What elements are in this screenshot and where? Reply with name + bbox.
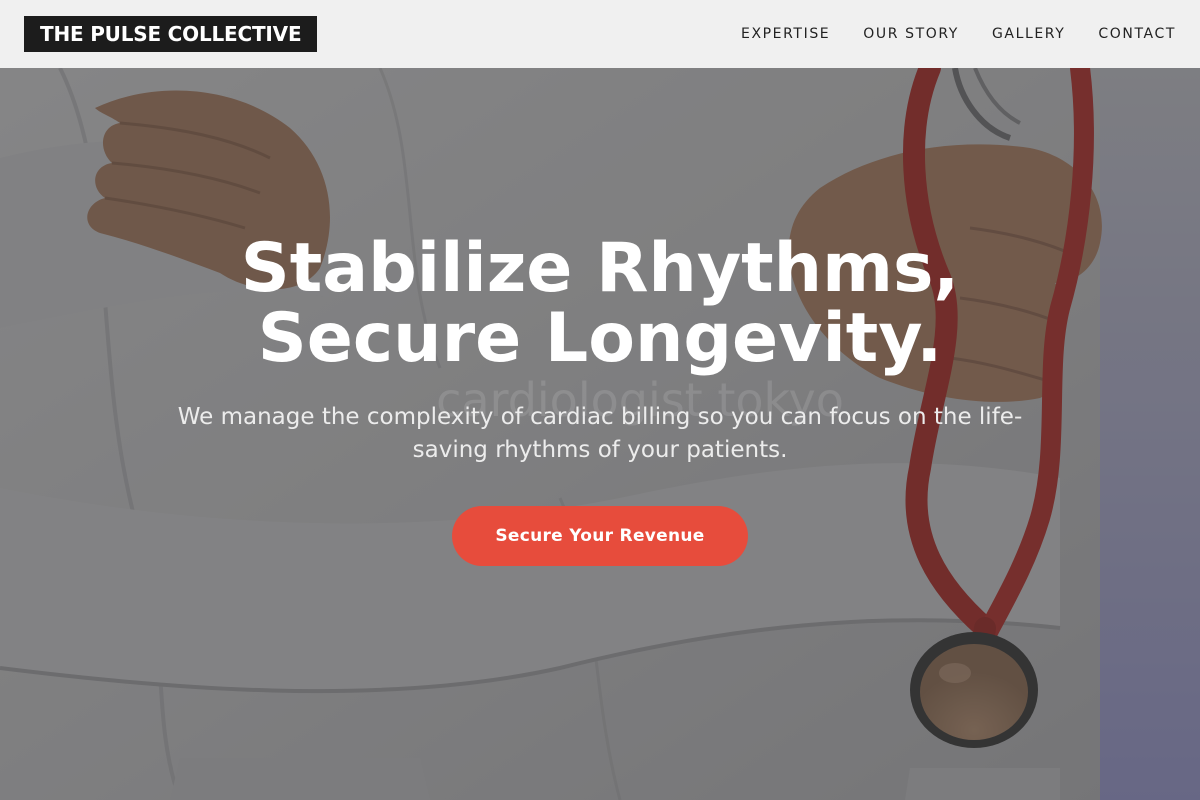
hero-section: cardiologist tokyo Stabilize Rhythms, Se…: [0, 68, 1200, 800]
top-navbar: THE PULSE COLLECTIVE EXPERTISE OUR STORY…: [0, 0, 1200, 68]
hero-content: Stabilize Rhythms, Secure Longevity. We …: [0, 68, 1200, 800]
hero-title-line-1: Stabilize Rhythms,: [240, 229, 960, 308]
hero-subtitle: We manage the complexity of cardiac bill…: [177, 404, 1023, 463]
nav-link-expertise[interactable]: EXPERTISE: [741, 26, 830, 42]
nav-link-contact[interactable]: CONTACT: [1098, 26, 1176, 42]
brand-logo[interactable]: THE PULSE COLLECTIVE: [24, 16, 318, 52]
main-nav: EXPERTISE OUR STORY GALLERY CONTACT: [708, 26, 1176, 42]
nav-link-gallery[interactable]: GALLERY: [992, 26, 1065, 42]
hero-title: Stabilize Rhythms, Secure Longevity.: [0, 234, 1200, 374]
nav-link-our-story[interactable]: OUR STORY: [863, 26, 959, 42]
secure-revenue-button[interactable]: Secure Your Revenue: [452, 506, 748, 566]
hero-title-line-2: Secure Longevity.: [257, 299, 943, 378]
